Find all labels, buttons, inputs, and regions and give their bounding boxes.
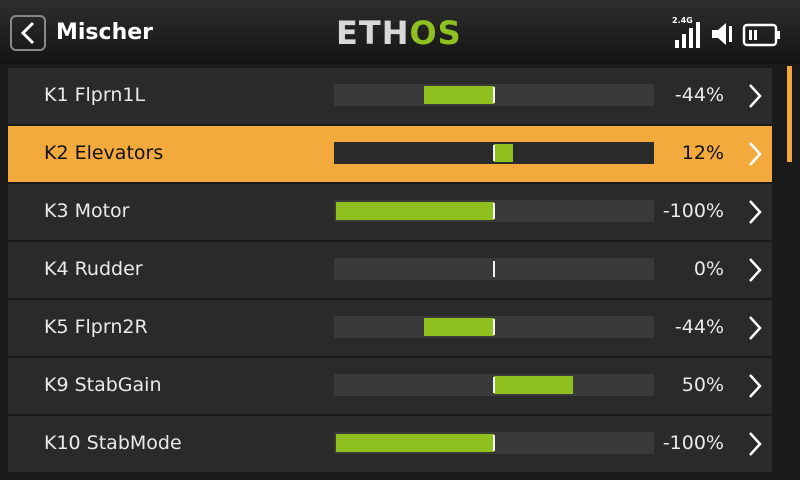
mixer-name: K3 Motor	[44, 200, 130, 222]
mixer-value: -44%	[674, 316, 724, 338]
mixer-level-fill	[424, 318, 494, 336]
mixer-value: 0%	[693, 258, 724, 280]
mixer-value: 50%	[681, 374, 724, 396]
mixer-value: -100%	[662, 432, 724, 454]
chevron-right-icon	[749, 432, 762, 456]
mixer-level-fill	[494, 376, 573, 394]
chevron-right-icon	[749, 374, 762, 398]
bar-center-marker	[493, 377, 495, 393]
bar-center-marker	[493, 87, 495, 103]
chevron-right-icon	[749, 258, 762, 282]
mixer-value: -100%	[662, 200, 724, 222]
ethos-logo: ETHOS	[336, 14, 462, 52]
chevron-right-icon	[749, 316, 762, 340]
mixer-row[interactable]: K3 Motor -100%	[8, 184, 772, 240]
mixer-value: 12%	[681, 142, 724, 164]
logo-part-eth: ETH	[336, 14, 410, 52]
mixer-name: K2 Elevators	[44, 142, 164, 164]
chevron-right-icon	[749, 200, 762, 224]
mixer-name: K1 Flprn1L	[44, 84, 146, 106]
mixer-level-bar	[334, 84, 654, 106]
mixer-row[interactable]: K1 Flprn1L -44%	[8, 68, 772, 124]
speaker-icon	[712, 23, 732, 45]
scrollbar-thumb[interactable]	[787, 66, 792, 162]
back-button[interactable]	[10, 15, 46, 51]
top-bar: Mischer ETHOS 2.4G	[0, 0, 800, 64]
mixer-row[interactable]: K10 StabMode -100%	[8, 416, 772, 472]
status-area: 2.4G	[672, 16, 782, 48]
mixer-name: K9 StabGain	[44, 374, 162, 396]
page-title: Mischer	[56, 20, 154, 45]
mixer-level-fill	[336, 434, 494, 452]
bar-center-marker	[493, 145, 495, 161]
bar-center-marker	[493, 435, 495, 451]
mixer-level-bar	[334, 142, 654, 164]
mixer-name: K5 Flprn2R	[44, 316, 148, 338]
mixer-row[interactable]: K9 StabGain 50%	[8, 358, 772, 414]
mixer-level-bar	[334, 258, 654, 280]
chevron-right-icon	[749, 84, 762, 108]
bar-center-marker	[493, 319, 495, 335]
mixer-level-bar	[334, 316, 654, 338]
mixer-row[interactable]: K2 Elevators 12%	[8, 126, 772, 182]
rf-band-label: 2.4G	[672, 16, 693, 25]
chevron-right-icon	[749, 142, 762, 166]
mixer-level-bar	[334, 432, 654, 454]
bar-center-marker	[493, 261, 495, 277]
mixer-level-bar	[334, 200, 654, 222]
back-icon	[20, 21, 35, 45]
battery-icon	[742, 23, 780, 47]
mixer-level-fill	[494, 144, 513, 162]
mixer-name: K10 StabMode	[44, 432, 182, 454]
logo-part-os: OS	[409, 14, 462, 52]
mixer-value: -44%	[674, 84, 724, 106]
mixer-level-bar	[334, 374, 654, 396]
mixer-list: K1 Flprn1L -44% K2 Elevators 12% K3 Moto…	[8, 68, 772, 474]
mixer-row[interactable]: K4 Rudder 0%	[8, 242, 772, 298]
mixer-row[interactable]: K5 Flprn2R -44%	[8, 300, 772, 356]
mixer-level-fill	[424, 86, 494, 104]
mixer-name: K4 Rudder	[44, 258, 143, 280]
bar-center-marker	[493, 203, 495, 219]
mixer-level-fill	[336, 202, 494, 220]
